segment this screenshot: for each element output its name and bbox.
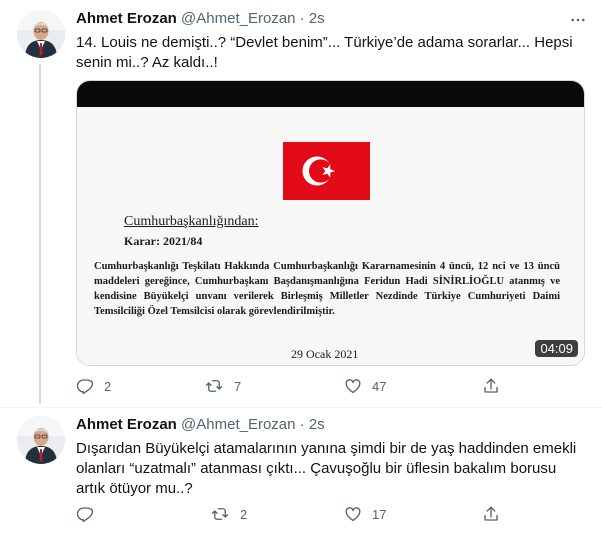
- separator-dot: ·: [299, 416, 305, 433]
- reply-button[interactable]: [76, 504, 94, 524]
- tweet-header: Ahmet Erozan @Ahmet_Erozan · 2s: [76, 415, 325, 435]
- separator-dot: ·: [299, 10, 305, 27]
- reply-icon: [76, 377, 94, 395]
- share-icon: [482, 505, 500, 523]
- share-button[interactable]: [482, 376, 500, 396]
- avatar-image: [17, 416, 65, 464]
- video-top-bar: [77, 81, 584, 107]
- display-name[interactable]: Ahmet Erozan: [76, 416, 177, 433]
- avatar[interactable]: [17, 416, 65, 464]
- tweet-text-line: 14. Louis ne demişti..? “Devlet benim”..…: [76, 34, 573, 51]
- retweet-count: 2: [240, 506, 248, 522]
- retweet-button[interactable]: 2: [210, 504, 247, 524]
- avatar-image: [17, 10, 65, 58]
- turkish-flag-icon: [283, 142, 370, 200]
- avatar[interactable]: [17, 10, 65, 58]
- document-decision-number: Karar: 2021/84: [124, 234, 203, 248]
- like-icon: [344, 505, 362, 523]
- retweet-icon: [204, 377, 224, 395]
- like-count: 47: [372, 378, 387, 394]
- reply-icon: [76, 505, 94, 523]
- document-image: Cumhurbaşkanlığından: Karar: 2021/84 Cum…: [77, 107, 584, 365]
- like-icon: [344, 377, 362, 395]
- tweet-text-line: artık ötüyor mu..?: [76, 480, 193, 497]
- tweet-1[interactable]: Ahmet Erozan @Ahmet_Erozan · 2s 14. Loui…: [0, 0, 602, 405]
- like-count: 17: [372, 506, 387, 522]
- retweet-icon: [210, 505, 230, 523]
- timestamp[interactable]: 2s: [309, 416, 325, 433]
- timestamp[interactable]: 2s: [309, 10, 325, 27]
- retweet-count: 7: [234, 378, 242, 394]
- like-button[interactable]: 47: [344, 376, 386, 396]
- tweet-header: Ahmet Erozan @Ahmet_Erozan · 2s: [76, 9, 325, 29]
- retweet-button[interactable]: 7: [204, 376, 241, 396]
- tweet-text-line: olanları “uzatmalı” atanması çıktı... Ça…: [76, 460, 557, 477]
- display-name[interactable]: Ahmet Erozan: [76, 10, 177, 27]
- thread-connector-line: [39, 64, 41, 404]
- tweet-2[interactable]: Ahmet Erozan @Ahmet_Erozan · 2s Dışarıda…: [0, 408, 602, 534]
- tweet-text-line: senin mi..? Az kaldı..!: [76, 54, 218, 71]
- document-date: 29 Ocak 2021: [291, 347, 359, 361]
- share-button[interactable]: [482, 504, 500, 524]
- share-icon: [482, 377, 500, 395]
- tweet-text: 14. Louis ne demişti..? “Devlet benim”..…: [76, 33, 582, 73]
- reply-count: 2: [104, 378, 112, 394]
- user-handle[interactable]: @Ahmet_Erozan: [181, 10, 295, 27]
- tweet-text-line: Dışarıdan Büyükelçi atamalarının yanına …: [76, 440, 577, 457]
- document-heading: Cumhurbaşkanlığından:: [124, 214, 259, 229]
- more-icon[interactable]: [568, 10, 588, 30]
- user-handle[interactable]: @Ahmet_Erozan: [181, 416, 295, 433]
- reply-button[interactable]: 2: [76, 376, 111, 396]
- document-paragraph: Cumhurbaşkanlığı Teşkilatı Hakkında Cumh…: [94, 261, 560, 317]
- video-player[interactable]: Cumhurbaşkanlığından: Karar: 2021/84 Cum…: [76, 80, 585, 366]
- like-button[interactable]: 17: [344, 504, 386, 524]
- video-duration-badge: 04:09: [535, 340, 578, 357]
- tweet-text: Dışarıdan Büyükelçi atamalarının yanına …: [76, 439, 582, 499]
